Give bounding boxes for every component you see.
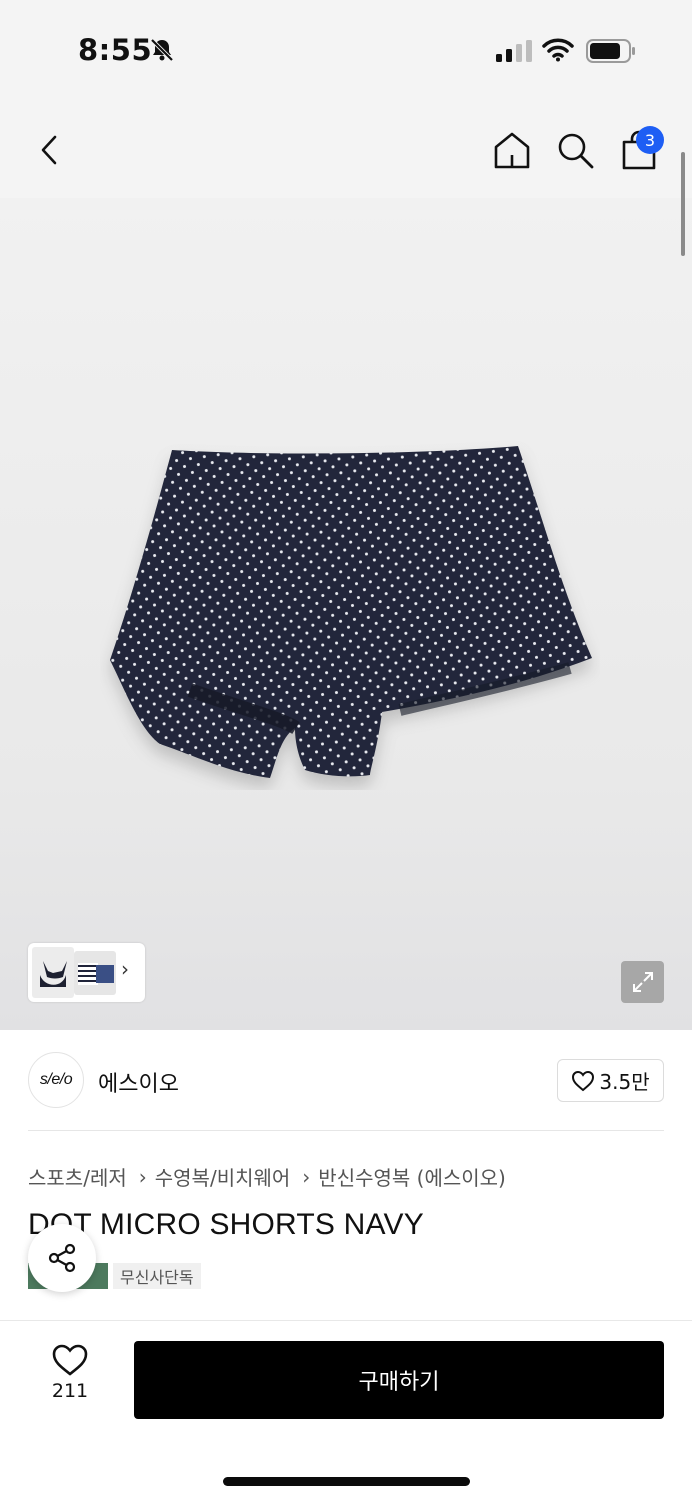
brand-like-count: 3.5만 xyxy=(599,1070,650,1094)
chevron-left-icon[interactable] xyxy=(28,128,72,172)
cellular-signal-icon xyxy=(496,40,532,62)
expand-icon[interactable] xyxy=(621,961,664,1003)
buy-button[interactable]: 구매하기 xyxy=(134,1341,664,1419)
status-time: 8:55 xyxy=(78,33,153,67)
breadcrumb-item-sports[interactable]: 스포츠/레저 xyxy=(28,1162,127,1191)
search-icon[interactable] xyxy=(553,128,597,172)
brand-name[interactable]: 에스이오 xyxy=(98,1066,179,1098)
breadcrumb-item-half-swimsuit[interactable]: 반신수영복 (에스이오) xyxy=(318,1162,506,1191)
brand-like-button[interactable]: 3.5만 xyxy=(557,1059,664,1102)
home-indicator xyxy=(223,1477,470,1486)
brand-logo[interactable]: s/e/o xyxy=(28,1052,84,1108)
thumbnail-stripes[interactable] xyxy=(74,951,116,995)
wifi-icon xyxy=(542,38,574,62)
heart-icon xyxy=(52,1344,88,1376)
scrollbar[interactable] xyxy=(681,152,685,256)
thumbnail-top[interactable] xyxy=(32,947,74,998)
status-bar: 8:55 xyxy=(0,0,692,100)
divider xyxy=(28,1130,664,1131)
cart-count-badge: 3 xyxy=(636,126,664,154)
product-image xyxy=(110,446,592,778)
chevron-right-icon[interactable]: › xyxy=(121,957,129,981)
heart-icon xyxy=(572,1070,595,1091)
home-icon[interactable] xyxy=(490,128,534,172)
thumbnail-strip[interactable]: › xyxy=(28,943,145,1002)
breadcrumb-item-swimwear[interactable]: 수영복/비치웨어 xyxy=(155,1162,291,1191)
share-button[interactable] xyxy=(28,1224,96,1292)
share-icon xyxy=(48,1243,76,1273)
top-nav xyxy=(0,100,692,198)
battery-icon xyxy=(586,39,635,63)
wishlist-button[interactable]: 211 xyxy=(44,1344,96,1402)
exclusive-tag: 무신사단독 xyxy=(113,1263,201,1289)
wishlist-count: 211 xyxy=(51,1380,89,1402)
bell-slash-icon xyxy=(150,38,174,62)
breadcrumb: 스포츠/레저 › 수영복/비치웨어 › 반신수영복 (에스이오) xyxy=(28,1162,506,1191)
chevron-right-icon: › xyxy=(138,1164,147,1189)
chevron-right-icon: › xyxy=(302,1164,311,1189)
